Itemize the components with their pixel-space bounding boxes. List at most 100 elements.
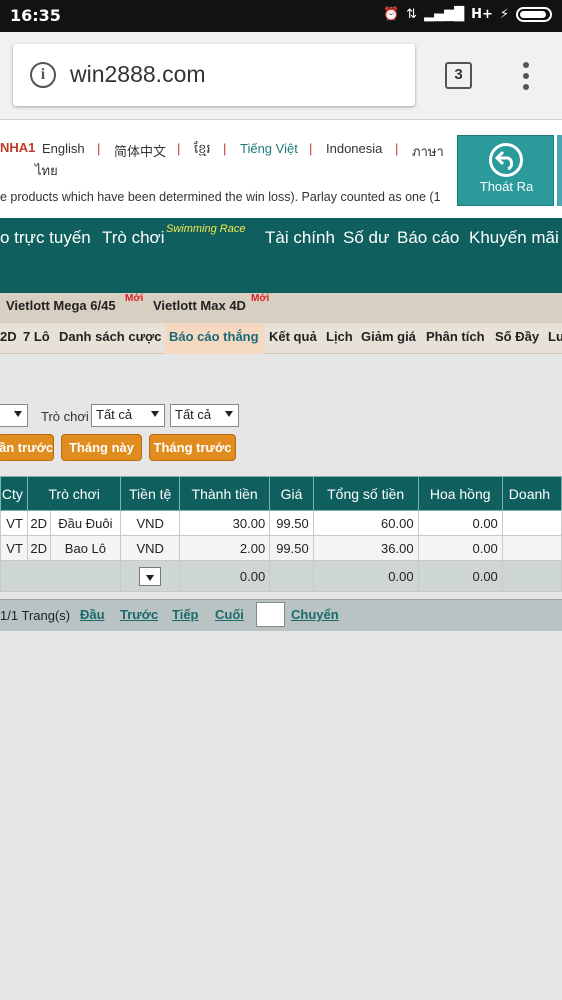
- nav-finance[interactable]: Tài chính: [265, 228, 335, 248]
- cell-price: 99.50: [269, 535, 314, 561]
- cell-revenue: [501, 510, 562, 536]
- more-menu-icon[interactable]: [516, 62, 536, 92]
- tab-2d[interactable]: 2D: [0, 329, 17, 344]
- last-page-link[interactable]: Cuối: [215, 607, 244, 622]
- lang-english[interactable]: English: [42, 141, 85, 156]
- swimming-race-badge[interactable]: Swimming Race: [166, 223, 245, 235]
- col-revenue[interactable]: Doanh: [501, 476, 562, 511]
- pagination: 1/1 Trang(s) Đầu Trước Tiếp Cuối Chuyển: [0, 599, 562, 631]
- cell-amount: 30.00: [179, 510, 271, 536]
- currency-select[interactable]: [139, 566, 162, 586]
- sub-nav: 2D 7 Lô Danh sách cược Báo cáo thắng Kết…: [0, 323, 562, 354]
- col-price[interactable]: Giá: [269, 476, 314, 511]
- signal-icon: ▂▄▆█: [424, 7, 465, 22]
- this-month-button[interactable]: Tháng này: [61, 434, 142, 461]
- total-revenue: [501, 560, 562, 592]
- prev-page-link[interactable]: Trước: [120, 607, 158, 622]
- cell-commission: 0.00: [417, 510, 503, 536]
- announcement-marquee: e products which have been determined th…: [0, 190, 441, 204]
- total-price: [269, 560, 314, 592]
- lang-vietnamese[interactable]: Tiếng Việt: [240, 141, 298, 156]
- nav-promotions[interactable]: Khuyến mãi: [469, 228, 559, 248]
- col-total[interactable]: Tổng số tiền: [312, 476, 419, 511]
- nav-balance[interactable]: Số dư: [343, 228, 389, 248]
- nav-vietlott-mega[interactable]: Vietlott Mega 6/45: [6, 298, 116, 313]
- go-page-link[interactable]: Chuyển: [291, 607, 339, 622]
- cell-company: VT: [0, 510, 28, 536]
- lang-thai-line2[interactable]: ไทย: [35, 160, 58, 181]
- lang-khmer[interactable]: ខ្មែរ: [194, 141, 211, 160]
- cell-revenue: [501, 535, 562, 561]
- totals-label-cell: [0, 560, 122, 592]
- logout-button[interactable]: Thoát Ra: [457, 135, 554, 206]
- nav-reports[interactable]: Báo cáo: [397, 228, 459, 248]
- cell-company: VT: [0, 535, 28, 561]
- tab-switcher-button[interactable]: 3: [445, 62, 472, 89]
- col-game[interactable]: Trò chơi: [26, 476, 122, 511]
- cell-total: 36.00: [312, 535, 419, 561]
- separator: |: [177, 141, 181, 156]
- prev-week-button[interactable]: ần trước: [0, 434, 54, 461]
- cell-type: 2D: [26, 510, 51, 536]
- lang-chinese[interactable]: 简体中文: [114, 141, 166, 160]
- next-button-edge[interactable]: [557, 135, 562, 206]
- filter-panel: Trò chơi Tất cả Tất cả ần trước Tháng nà…: [0, 354, 562, 474]
- game-filter-label: Trò chơi: [41, 409, 89, 424]
- col-company[interactable]: Cty: [0, 476, 28, 511]
- next-page-link[interactable]: Tiếp: [172, 607, 199, 622]
- main-nav: o trực tuyến Trò chơi Swimming Race Tài …: [0, 218, 562, 293]
- lang-thai[interactable]: ภาษา: [412, 141, 444, 162]
- cell-currency: VND: [120, 535, 181, 561]
- table-row: VT 2D Bao Lô VND 2.00 99.50 36.00 0.00: [0, 535, 562, 561]
- total-amount: 0.00: [179, 560, 271, 592]
- separator: |: [395, 141, 399, 156]
- type-select-value: Tất cả: [175, 407, 212, 422]
- separator: |: [97, 141, 101, 156]
- cell-amount: 2.00: [179, 535, 271, 561]
- tab-win-report[interactable]: Báo cáo thắng: [169, 329, 259, 344]
- total-total: 0.00: [312, 560, 419, 592]
- separator: |: [309, 141, 313, 156]
- cell-price: 99.50: [269, 510, 314, 536]
- tab-results[interactable]: Kết quả: [269, 329, 317, 344]
- tab-7lo[interactable]: 7 Lô: [23, 329, 50, 344]
- new-badge: Mới: [251, 293, 270, 304]
- url-text[interactable]: win2888.com: [70, 61, 206, 88]
- date-select[interactable]: [0, 404, 28, 427]
- status-icons: ⏰ ⇅ ▂▄▆█ H+ ⚡: [383, 7, 552, 22]
- game-select[interactable]: Tất cả: [91, 404, 165, 427]
- cell-currency: VND: [120, 510, 181, 536]
- alarm-off-icon: ⏰: [382, 7, 400, 22]
- lang-indonesia[interactable]: Indonesia: [326, 141, 382, 156]
- brand-text: NHA1: [0, 140, 36, 155]
- first-page-link[interactable]: Đầu: [80, 607, 105, 622]
- browser-toolbar: i win2888.com 3: [0, 32, 562, 120]
- info-icon[interactable]: i: [30, 62, 56, 88]
- undo-arrow-icon: [489, 143, 523, 177]
- col-currency[interactable]: Tiền tệ: [120, 476, 181, 511]
- last-month-button[interactable]: Tháng trước: [149, 434, 236, 461]
- cell-game: Đầu Đuôi: [49, 510, 122, 536]
- tab-full-numbers[interactable]: Số Đầy: [495, 329, 539, 344]
- tab-analysis[interactable]: Phân tích: [426, 329, 485, 344]
- data-arrows-icon: ⇅: [406, 7, 418, 22]
- nav-games[interactable]: Trò chơi: [102, 228, 164, 248]
- tab-calendar[interactable]: Lịch: [326, 329, 353, 344]
- tab-discount[interactable]: Giảm giá: [361, 329, 416, 344]
- address-bar[interactable]: i win2888.com: [13, 44, 415, 106]
- status-bar: 16:35 ⏰ ⇅ ▂▄▆█ H+ ⚡: [0, 0, 562, 32]
- lottery-nav: Vietlott Mega 6/45 Mới Vietlott Max 4D M…: [0, 293, 562, 323]
- cell-total: 60.00: [312, 510, 419, 536]
- nav-vietlott-max4d[interactable]: Vietlott Max 4D: [153, 298, 246, 313]
- col-amount[interactable]: Thành tiền: [179, 476, 271, 511]
- logout-label: Thoát Ra: [479, 179, 534, 194]
- type-select[interactable]: Tất cả: [170, 404, 239, 427]
- tab-bet-list[interactable]: Danh sách cược: [59, 329, 161, 344]
- page-number-input[interactable]: [256, 602, 285, 627]
- network-type: H+: [471, 7, 493, 22]
- new-badge: Mới: [125, 293, 144, 304]
- tab-more[interactable]: Lu: [548, 329, 562, 344]
- nav-live-casino[interactable]: o trực tuyến: [0, 228, 91, 248]
- col-commission[interactable]: Hoa hồng: [417, 476, 503, 511]
- totals-currency-cell: [120, 560, 181, 592]
